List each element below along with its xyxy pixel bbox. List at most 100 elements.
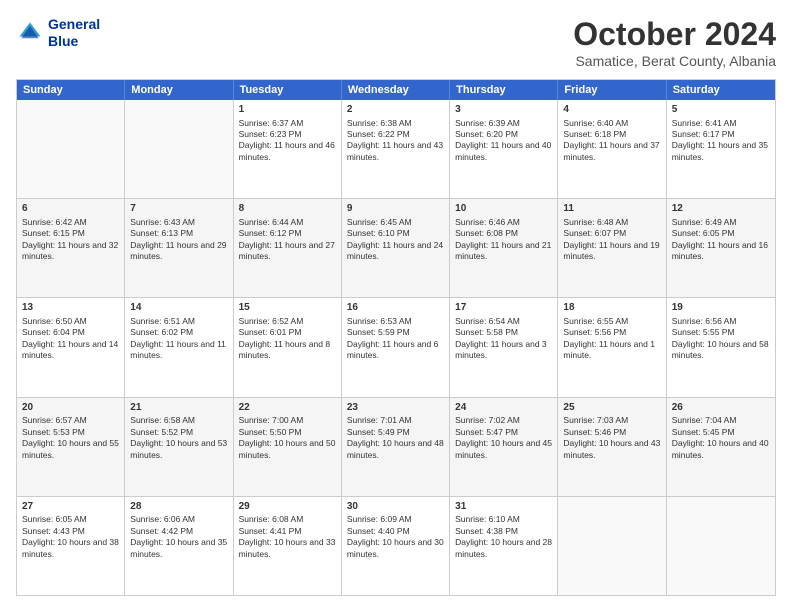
daylight-hours: Daylight: 11 hours and 11 minutes. [130,339,226,360]
daylight-hours: Daylight: 10 hours and 58 minutes. [672,339,769,360]
daylight-hours: Daylight: 11 hours and 32 minutes. [22,240,118,261]
page: General Blue October 2024 Samatice, Bera… [0,0,792,612]
day-header-monday: Monday [125,80,233,100]
daylight-hours: Daylight: 11 hours and 35 minutes. [672,140,768,161]
calendar-cell: 23Sunrise: 7:01 AMSunset: 5:49 PMDayligh… [342,398,450,496]
calendar-cell: 25Sunrise: 7:03 AMSunset: 5:46 PMDayligh… [558,398,666,496]
day-number: 17 [455,301,552,315]
sunset-time: Sunset: 6:05 PM [672,228,735,238]
sunrise-time: Sunrise: 6:54 AM [455,316,520,326]
sunrise-time: Sunrise: 6:50 AM [22,316,87,326]
sunrise-time: Sunrise: 6:57 AM [22,415,87,425]
sunset-time: Sunset: 4:42 PM [130,526,193,536]
daylight-hours: Daylight: 10 hours and 38 minutes. [22,537,119,558]
calendar-cell: 22Sunrise: 7:00 AMSunset: 5:50 PMDayligh… [234,398,342,496]
sunset-time: Sunset: 6:08 PM [455,228,518,238]
day-header-tuesday: Tuesday [234,80,342,100]
sunrise-time: Sunrise: 6:09 AM [347,514,412,524]
day-header-friday: Friday [558,80,666,100]
daylight-hours: Daylight: 10 hours and 30 minutes. [347,537,444,558]
daylight-hours: Daylight: 10 hours and 33 minutes. [239,537,336,558]
calendar-cell: 24Sunrise: 7:02 AMSunset: 5:47 PMDayligh… [450,398,558,496]
sunrise-time: Sunrise: 6:38 AM [347,118,412,128]
calendar-cell: 9Sunrise: 6:45 AMSunset: 6:10 PMDaylight… [342,199,450,297]
sunrise-time: Sunrise: 6:56 AM [672,316,737,326]
day-header-wednesday: Wednesday [342,80,450,100]
calendar-cell: 14Sunrise: 6:51 AMSunset: 6:02 PMDayligh… [125,298,233,396]
sunset-time: Sunset: 6:04 PM [22,327,85,337]
day-number: 4 [563,103,660,117]
day-number: 19 [672,301,770,315]
sunrise-time: Sunrise: 6:10 AM [455,514,520,524]
day-number: 3 [455,103,552,117]
title-block: October 2024 Samatice, Berat County, Alb… [573,16,776,69]
sunset-time: Sunset: 5:56 PM [563,327,626,337]
sunrise-time: Sunrise: 6:58 AM [130,415,195,425]
sunrise-time: Sunrise: 6:49 AM [672,217,737,227]
sunrise-time: Sunrise: 6:53 AM [347,316,412,326]
day-number: 14 [130,301,227,315]
calendar-week-1: 1Sunrise: 6:37 AMSunset: 6:23 PMDaylight… [17,100,775,199]
sunset-time: Sunset: 6:22 PM [347,129,410,139]
calendar-cell: 30Sunrise: 6:09 AMSunset: 4:40 PMDayligh… [342,497,450,595]
calendar: SundayMondayTuesdayWednesdayThursdayFrid… [16,79,776,596]
sunset-time: Sunset: 5:46 PM [563,427,626,437]
daylight-hours: Daylight: 10 hours and 48 minutes. [347,438,444,459]
header: General Blue October 2024 Samatice, Bera… [16,16,776,69]
sunrise-time: Sunrise: 7:03 AM [563,415,628,425]
day-number: 2 [347,103,444,117]
calendar-cell: 31Sunrise: 6:10 AMSunset: 4:38 PMDayligh… [450,497,558,595]
logo-line2: Blue [48,33,100,50]
sunset-time: Sunset: 5:59 PM [347,327,410,337]
daylight-hours: Daylight: 10 hours and 35 minutes. [130,537,227,558]
sunrise-time: Sunrise: 6:41 AM [672,118,737,128]
sunrise-time: Sunrise: 6:42 AM [22,217,87,227]
daylight-hours: Daylight: 11 hours and 43 minutes. [347,140,443,161]
calendar-cell: 1Sunrise: 6:37 AMSunset: 6:23 PMDaylight… [234,100,342,198]
day-number: 31 [455,500,552,514]
daylight-hours: Daylight: 11 hours and 27 minutes. [239,240,335,261]
sunrise-time: Sunrise: 6:05 AM [22,514,87,524]
calendar-cell: 8Sunrise: 6:44 AMSunset: 6:12 PMDaylight… [234,199,342,297]
sunrise-time: Sunrise: 7:01 AM [347,415,412,425]
sunset-time: Sunset: 5:58 PM [455,327,518,337]
daylight-hours: Daylight: 11 hours and 21 minutes. [455,240,551,261]
sunset-time: Sunset: 6:17 PM [672,129,735,139]
calendar-week-4: 20Sunrise: 6:57 AMSunset: 5:53 PMDayligh… [17,398,775,497]
daylight-hours: Daylight: 11 hours and 1 minute. [563,339,655,360]
sunset-time: Sunset: 4:41 PM [239,526,302,536]
daylight-hours: Daylight: 10 hours and 50 minutes. [239,438,336,459]
calendar-cell: 2Sunrise: 6:38 AMSunset: 6:22 PMDaylight… [342,100,450,198]
day-number: 29 [239,500,336,514]
calendar-cell: 27Sunrise: 6:05 AMSunset: 4:43 PMDayligh… [17,497,125,595]
day-number: 15 [239,301,336,315]
day-number: 1 [239,103,336,117]
calendar-week-2: 6Sunrise: 6:42 AMSunset: 6:15 PMDaylight… [17,199,775,298]
calendar-cell: 10Sunrise: 6:46 AMSunset: 6:08 PMDayligh… [450,199,558,297]
sunset-time: Sunset: 5:50 PM [239,427,302,437]
day-number: 9 [347,202,444,216]
calendar-cell: 6Sunrise: 6:42 AMSunset: 6:15 PMDaylight… [17,199,125,297]
sunrise-time: Sunrise: 7:02 AM [455,415,520,425]
calendar-cell: 20Sunrise: 6:57 AMSunset: 5:53 PMDayligh… [17,398,125,496]
day-number: 8 [239,202,336,216]
day-number: 18 [563,301,660,315]
sunset-time: Sunset: 6:18 PM [563,129,626,139]
calendar-cell: 21Sunrise: 6:58 AMSunset: 5:52 PMDayligh… [125,398,233,496]
day-number: 28 [130,500,227,514]
sunset-time: Sunset: 5:47 PM [455,427,518,437]
logo: General Blue [16,16,100,50]
day-number: 24 [455,401,552,415]
calendar-cell [558,497,666,595]
calendar-week-3: 13Sunrise: 6:50 AMSunset: 6:04 PMDayligh… [17,298,775,397]
daylight-hours: Daylight: 11 hours and 14 minutes. [22,339,118,360]
calendar-cell: 28Sunrise: 6:06 AMSunset: 4:42 PMDayligh… [125,497,233,595]
sunrise-time: Sunrise: 6:44 AM [239,217,304,227]
day-number: 10 [455,202,552,216]
day-number: 16 [347,301,444,315]
calendar-cell: 29Sunrise: 6:08 AMSunset: 4:41 PMDayligh… [234,497,342,595]
day-number: 23 [347,401,444,415]
sunrise-time: Sunrise: 7:04 AM [672,415,737,425]
calendar-cell: 12Sunrise: 6:49 AMSunset: 6:05 PMDayligh… [667,199,775,297]
calendar-cell: 5Sunrise: 6:41 AMSunset: 6:17 PMDaylight… [667,100,775,198]
